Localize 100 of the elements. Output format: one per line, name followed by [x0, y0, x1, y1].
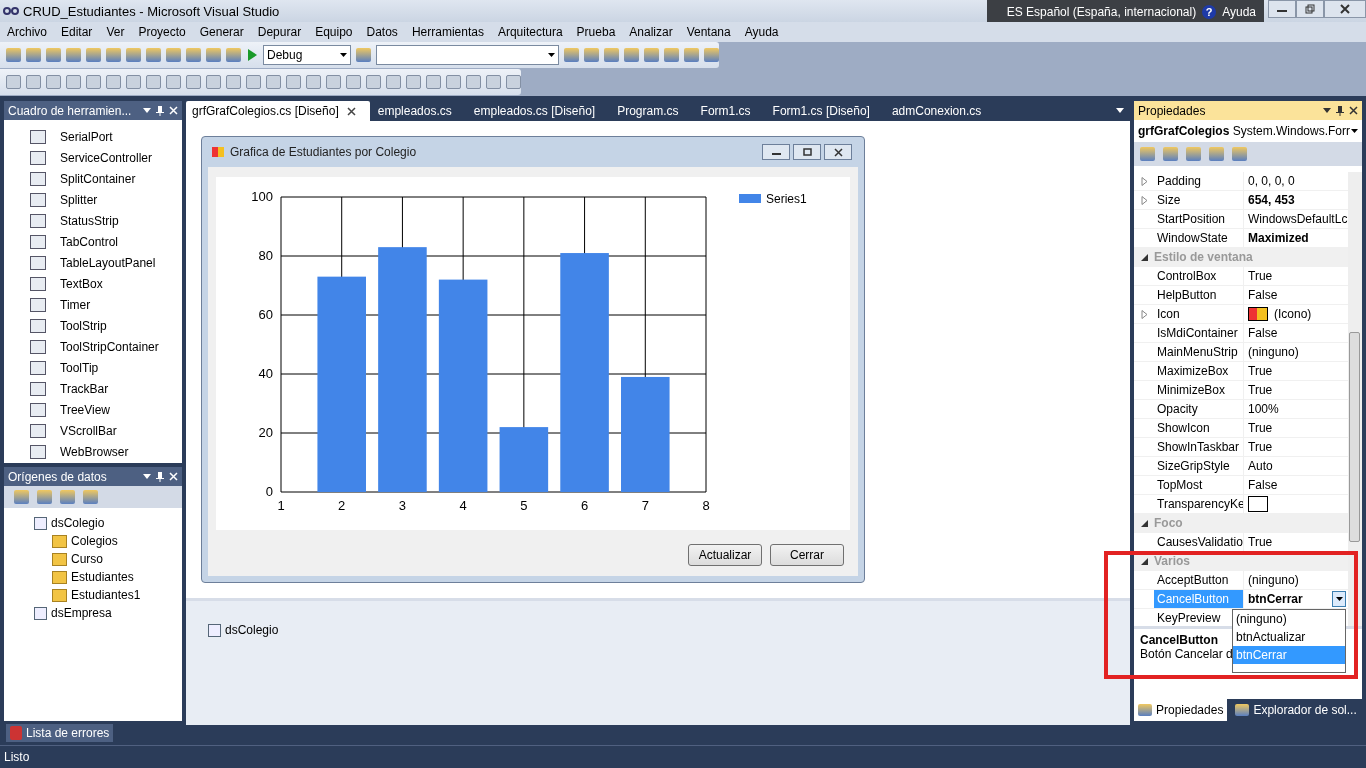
property-name[interactable]: Size [1154, 191, 1244, 209]
panel-tab[interactable]: Propiedades [1134, 699, 1228, 721]
property-name[interactable]: MaximizeBox [1154, 362, 1244, 380]
configuration-dropdown[interactable]: Debug [263, 45, 351, 65]
layout-toolbar-icon[interactable] [446, 75, 461, 89]
database-icon[interactable] [83, 490, 98, 504]
menu-item[interactable]: Archivo [0, 25, 54, 39]
property-value[interactable]: WindowsDefaultLc [1248, 212, 1348, 226]
help-icon[interactable]: ? [1202, 5, 1217, 19]
toolbox-item[interactable]: ToolStrip [4, 315, 182, 336]
property-name[interactable]: ControlBox [1154, 267, 1244, 285]
layout-toolbar-icon[interactable] [286, 75, 301, 89]
property-name[interactable]: MainMenuStrip [1154, 343, 1244, 361]
expand-icon[interactable] [1140, 309, 1148, 319]
minimize-button[interactable] [762, 144, 790, 160]
expand-icon[interactable] [1140, 195, 1148, 205]
close-button[interactable] [1324, 0, 1366, 18]
document-tab[interactable]: admConexion.cs [885, 101, 996, 121]
property-name[interactable]: Icon [1154, 305, 1244, 323]
toolbar-icon[interactable] [644, 48, 659, 62]
property-value[interactable]: 654, 453 [1248, 193, 1295, 207]
toolbar-icon[interactable] [46, 48, 61, 62]
property-name[interactable]: Padding [1154, 172, 1244, 190]
property-value[interactable]: 0, 0, 0, 0 [1248, 174, 1295, 188]
toolbar-icon[interactable] [206, 48, 221, 62]
layout-toolbar-icon[interactable] [486, 75, 501, 89]
property-value[interactable]: (ninguno) [1248, 345, 1299, 359]
layout-toolbar-icon[interactable] [406, 75, 421, 89]
dropdown-button[interactable] [1332, 591, 1346, 607]
layout-toolbar-icon[interactable] [346, 75, 361, 89]
document-tab[interactable]: Form1.cs [Diseño] [766, 101, 884, 121]
menu-item[interactable]: Depurar [250, 25, 309, 39]
form-button[interactable]: Actualizar [688, 544, 762, 566]
property-name[interactable]: TopMost [1154, 476, 1244, 494]
layout-toolbar-icon[interactable] [206, 75, 221, 89]
property-value[interactable]: btnCerrar [1248, 592, 1303, 606]
layout-toolbar-icon[interactable] [246, 75, 261, 89]
expand-icon[interactable] [1140, 176, 1148, 186]
layout-toolbar-icon[interactable] [86, 75, 101, 89]
minimize-button[interactable] [1268, 0, 1296, 18]
menu-item[interactable]: Herramientas [404, 25, 491, 39]
database-icon[interactable] [37, 490, 52, 504]
toolbox-item[interactable]: TextBox [4, 273, 182, 294]
toolbox-item[interactable]: TrackBar [4, 378, 182, 399]
properties-toolbar-icon[interactable] [1232, 147, 1247, 161]
layout-toolbar-icon[interactable] [146, 75, 161, 89]
toolbox-item[interactable]: SplitContainer [4, 168, 182, 189]
property-value[interactable]: Auto [1248, 459, 1273, 473]
property-name[interactable]: IsMdiContainer [1154, 324, 1244, 342]
toolbox-item[interactable]: TreeView [4, 399, 182, 420]
menu-item[interactable]: Ventana [679, 25, 738, 39]
table-node[interactable]: Colegios [4, 532, 182, 550]
property-value[interactable]: False [1248, 478, 1278, 492]
layout-toolbar-icon[interactable] [426, 75, 441, 89]
toolbox-item[interactable]: Splitter [4, 189, 182, 210]
dropdown-arrow-icon[interactable] [1323, 108, 1331, 113]
toolbox-item[interactable]: Timer [4, 294, 182, 315]
menu-item[interactable]: Equipo [308, 25, 360, 39]
restore-button[interactable] [1296, 0, 1324, 18]
property-value[interactable]: (Icono) [1274, 307, 1312, 321]
toolbar-icon[interactable] [66, 48, 81, 62]
document-tab[interactable]: empleados.cs [Diseño] [467, 101, 610, 121]
toolbar-icon[interactable] [186, 48, 201, 62]
property-value[interactable]: (ninguno) [1248, 573, 1299, 587]
table-node[interactable]: Estudiantes [4, 568, 182, 586]
layout-toolbar-icon[interactable] [506, 75, 521, 89]
property-value[interactable]: 100% [1248, 402, 1279, 416]
toolbox-item[interactable]: ToolTip [4, 357, 182, 378]
database-icon[interactable] [60, 490, 75, 504]
toolbox-item[interactable]: WebBrowser [4, 441, 182, 462]
toolbar-icon[interactable] [564, 48, 579, 62]
menu-item[interactable]: Arquitectura [490, 25, 570, 39]
properties-toolbar-icon[interactable] [1186, 147, 1201, 161]
menu-item[interactable]: Prueba [569, 25, 623, 39]
property-value[interactable]: True [1248, 440, 1273, 454]
menu-item[interactable]: Ayuda [737, 25, 786, 39]
dropdown-arrow-icon[interactable] [143, 108, 151, 113]
panel-tab[interactable]: Explorador de sol... [1231, 699, 1361, 721]
table-node[interactable]: Curso [4, 550, 182, 568]
toolbar-icon[interactable] [356, 48, 371, 62]
document-tab[interactable]: Form1.cs [694, 101, 765, 121]
property-value[interactable]: True [1248, 535, 1273, 549]
dropdown-arrow-icon[interactable] [143, 474, 151, 479]
property-name[interactable]: CausesValidatio [1154, 533, 1244, 551]
layout-toolbar-icon[interactable] [26, 75, 41, 89]
color-swatch[interactable] [1248, 496, 1268, 512]
dataset-node[interactable]: dsColegio [4, 514, 182, 532]
property-name[interactable]: SizeGripStyle [1154, 457, 1244, 475]
component-tray-item[interactable]: dsColegio [208, 623, 1108, 637]
toolbox-item[interactable]: TabControl [4, 231, 182, 252]
property-value[interactable]: True [1248, 421, 1273, 435]
maximize-button[interactable] [793, 144, 821, 160]
menu-item[interactable]: Generar [192, 25, 251, 39]
menu-item[interactable]: Datos [359, 25, 405, 39]
search-dropdown[interactable] [376, 45, 559, 65]
toolbar-icon[interactable] [86, 48, 101, 62]
toolbar-icon[interactable] [624, 48, 639, 62]
close-button[interactable] [824, 144, 852, 160]
layout-toolbar-icon[interactable] [46, 75, 61, 89]
property-value[interactable]: True [1248, 364, 1273, 378]
